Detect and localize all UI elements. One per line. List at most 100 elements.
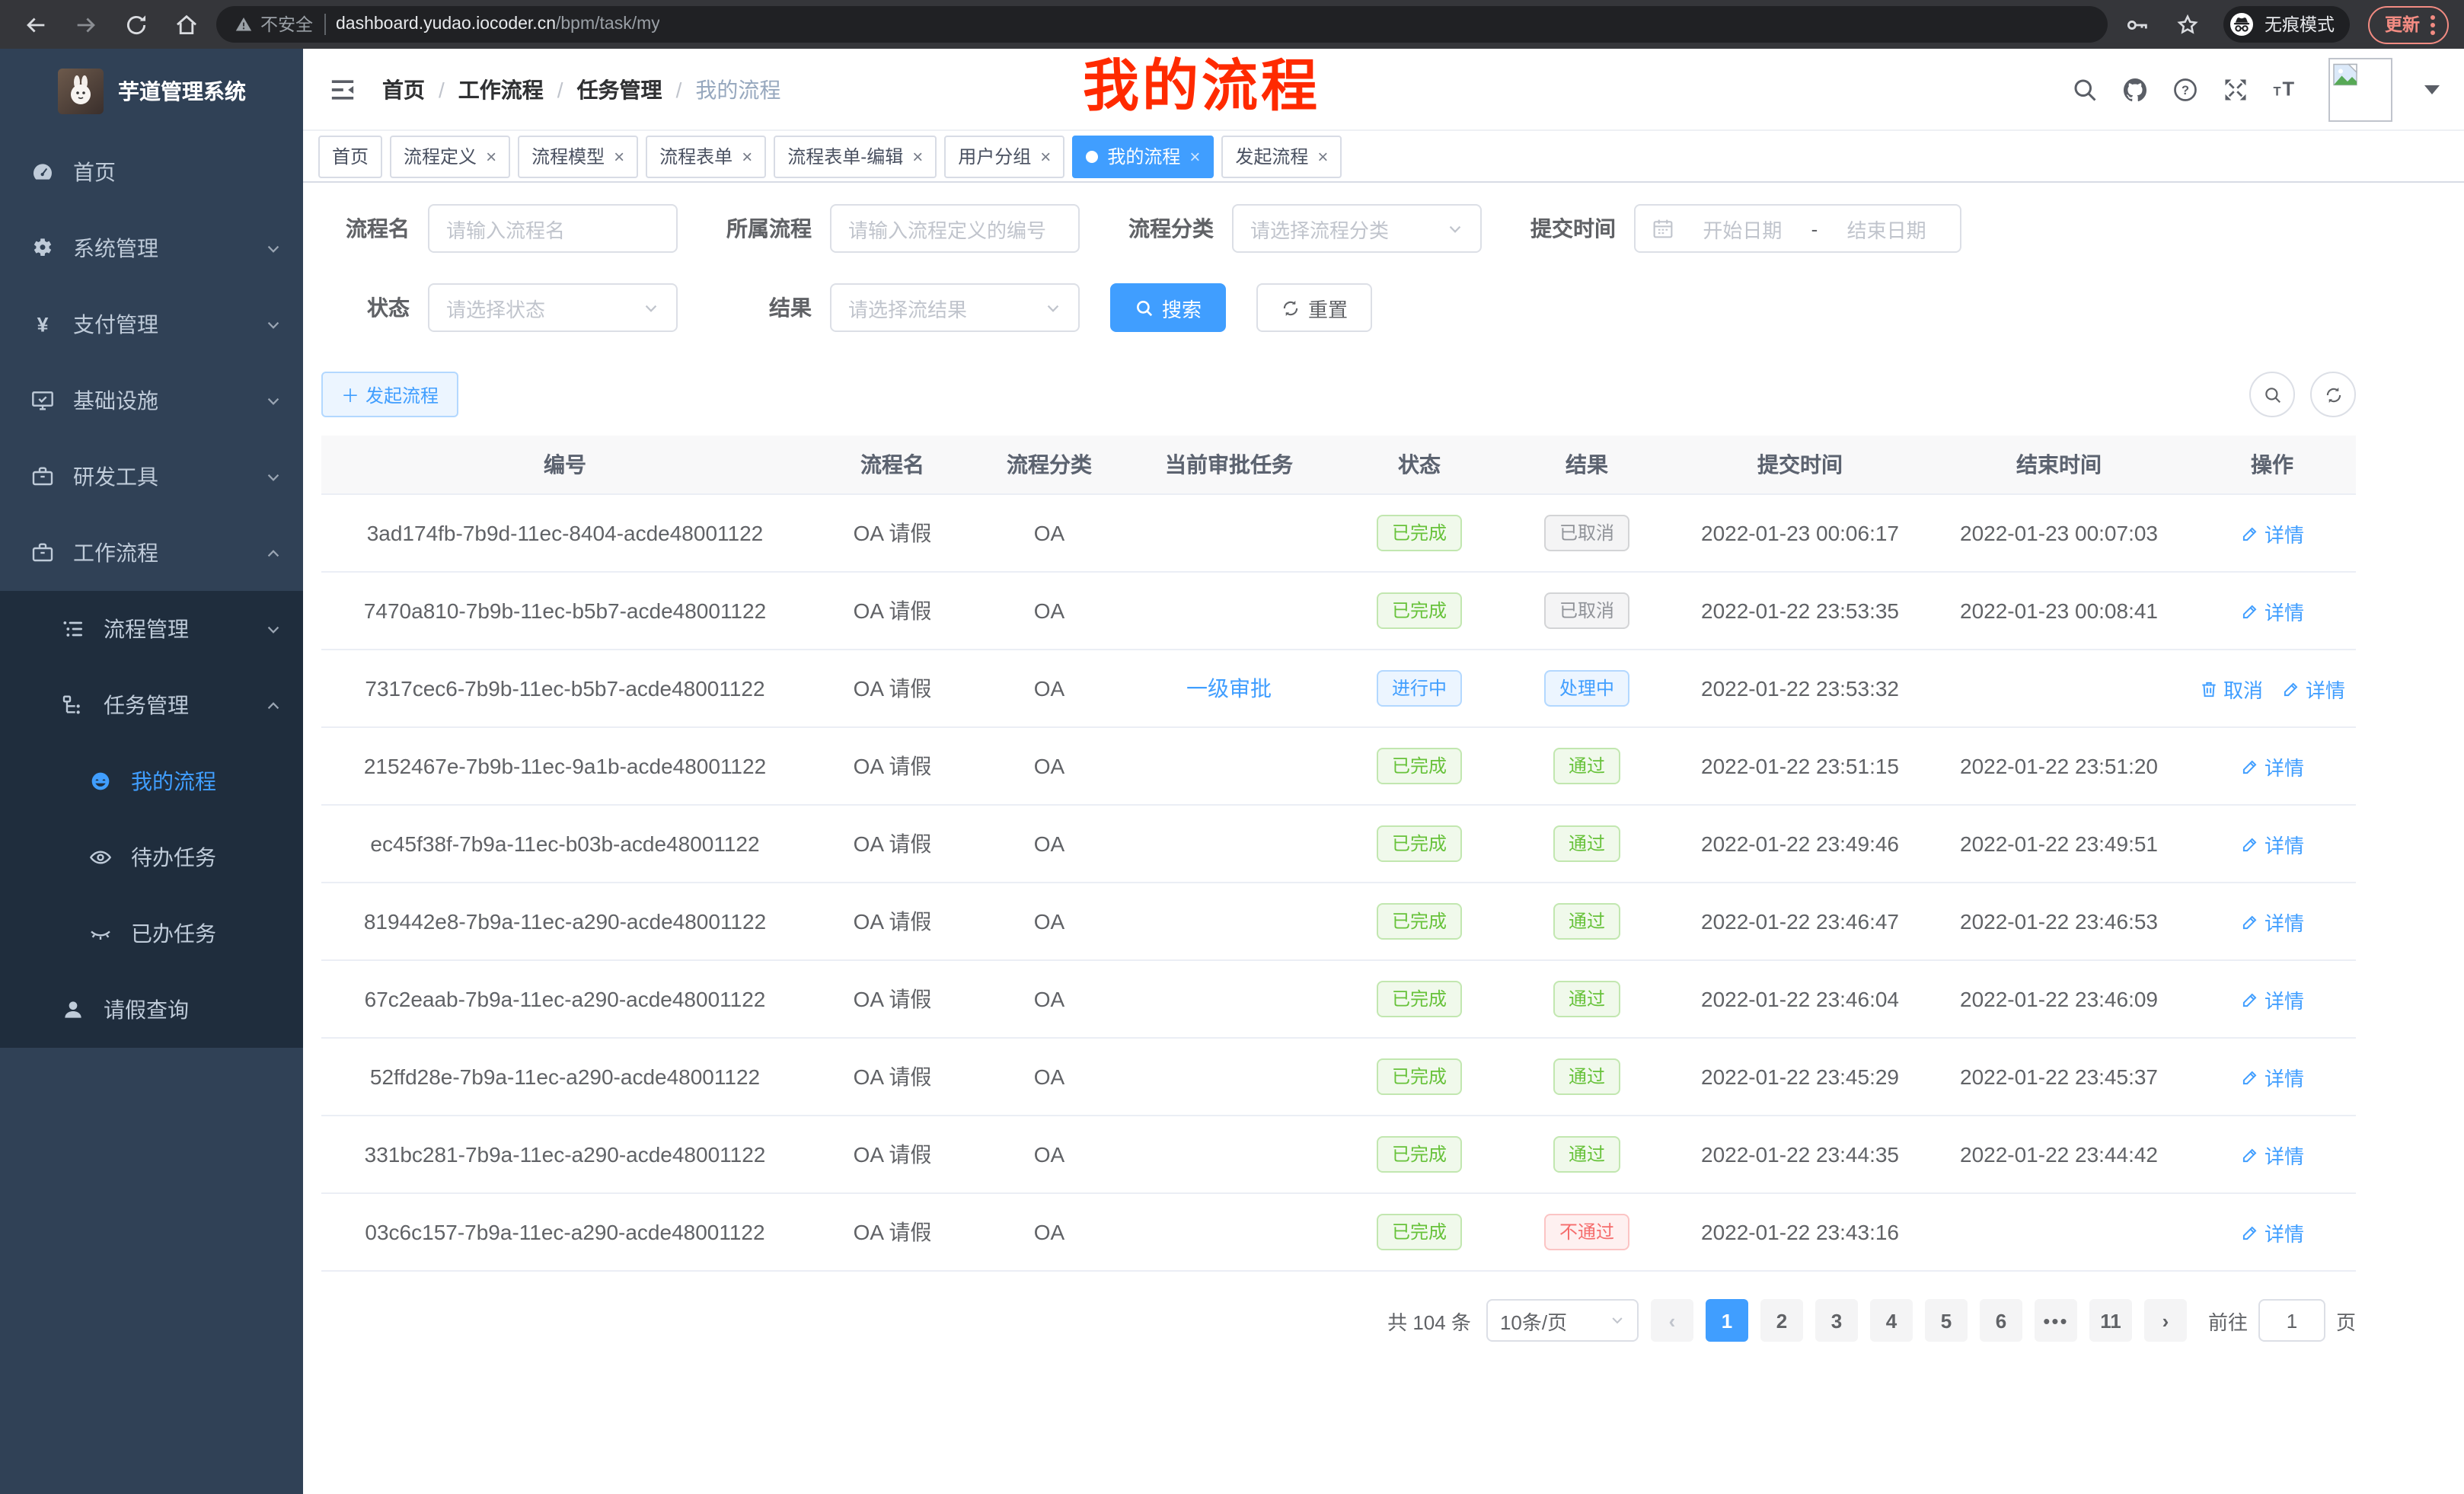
sidebar-item-我的流程[interactable]: 我的流程 — [0, 743, 303, 819]
cell-category: OA — [976, 883, 1122, 960]
category-select[interactable]: 请选择流程分类 — [1232, 204, 1482, 253]
detail-action-link[interactable]: 详情 — [2240, 829, 2304, 858]
detail-action-link[interactable]: 详情 — [2240, 1140, 2304, 1169]
sidebar-item-流程管理[interactable]: 流程管理 — [0, 591, 303, 667]
cancel-action-link[interactable]: 取消 — [2199, 674, 2263, 703]
start-date[interactable]: 开始日期 — [1686, 214, 1799, 243]
url-text[interactable]: dashboard.yudao.iocoder.cn/bpm/task/my — [336, 15, 660, 34]
browser-menu-icon[interactable] — [2430, 14, 2435, 34]
goto-page: 前往 页 — [2208, 1299, 2356, 1342]
prev-page-button[interactable]: ‹ — [1651, 1299, 1693, 1342]
detail-action-link[interactable]: 详情 — [2240, 596, 2304, 625]
page-button-11[interactable]: 11 — [2089, 1299, 2132, 1342]
current-task-link[interactable]: 一级审批 — [1186, 676, 1272, 701]
sidebar-item-已办任务[interactable]: 已办任务 — [0, 895, 303, 972]
sidebar-item-基础设施[interactable]: 基础设施 — [0, 362, 303, 439]
page-button-3[interactable]: 3 — [1815, 1299, 1858, 1342]
search-button[interactable]: 搜索 — [1110, 283, 1226, 332]
close-icon[interactable]: × — [1189, 147, 1200, 165]
breadcrumb-item[interactable]: 首页 — [382, 74, 425, 104]
refresh-table-button[interactable] — [2310, 372, 2356, 417]
result-select[interactable]: 请选择流结果 — [830, 283, 1080, 332]
page-button-4[interactable]: 4 — [1870, 1299, 1913, 1342]
more-pages-button[interactable]: ••• — [2035, 1299, 2077, 1342]
close-icon[interactable]: × — [742, 147, 752, 165]
key-icon[interactable] — [2124, 11, 2150, 37]
detail-action-link[interactable]: 详情 — [2240, 519, 2304, 547]
sidebar-item-任务管理[interactable]: 任务管理 — [0, 667, 303, 743]
sidebar-item-支付管理[interactable]: ¥支付管理 — [0, 286, 303, 362]
forward-icon[interactable] — [73, 11, 99, 37]
page-button-5[interactable]: 5 — [1925, 1299, 1968, 1342]
reload-icon[interactable] — [123, 11, 149, 37]
next-page-button[interactable]: › — [2144, 1299, 2187, 1342]
close-icon[interactable]: × — [912, 147, 923, 165]
chevron-down-icon — [643, 299, 659, 316]
close-icon[interactable]: × — [486, 147, 496, 165]
logo[interactable]: 芋道管理系统 — [0, 49, 303, 134]
bookmark-star-icon[interactable] — [2175, 11, 2201, 37]
sidebar-item-待办任务[interactable]: 待办任务 — [0, 819, 303, 895]
tab-我的流程[interactable]: 我的流程× — [1072, 135, 1214, 177]
end-date[interactable]: 结束日期 — [1830, 214, 1943, 243]
tab-用户分组[interactable]: 用户分组× — [944, 135, 1064, 177]
search-icon[interactable] — [2071, 75, 2099, 103]
avatar[interactable] — [2328, 57, 2392, 121]
help-icon[interactable]: ? — [2172, 75, 2199, 103]
filter-result: 结果 请选择流结果 — [717, 283, 1080, 332]
sidebar-item-系统管理[interactable]: 系统管理 — [0, 210, 303, 286]
goto-page-input[interactable] — [2258, 1299, 2325, 1342]
cell-status: 已完成 — [1336, 1193, 1503, 1271]
page-size-select[interactable]: 10条/页 — [1486, 1299, 1639, 1342]
process-name-input[interactable]: 请输入流程名 — [428, 204, 678, 253]
page-button-2[interactable]: 2 — [1760, 1299, 1803, 1342]
close-icon[interactable]: × — [614, 147, 624, 165]
detail-action-link[interactable]: 详情 — [2240, 985, 2304, 1014]
sidebar-item-首页[interactable]: 首页 — [0, 134, 303, 210]
detail-action-link[interactable]: 详情 — [2240, 1218, 2304, 1247]
date-range-picker[interactable]: 开始日期 - 结束日期 — [1634, 204, 1961, 253]
tab-流程模型[interactable]: 流程模型× — [518, 135, 638, 177]
cell-process-name: OA 请假 — [809, 650, 976, 727]
detail-action-link[interactable]: 详情 — [2281, 674, 2345, 703]
avatar-dropdown-icon[interactable] — [2424, 85, 2440, 94]
cell-actions: 详情 — [2188, 960, 2356, 1038]
monitor-icon — [30, 388, 55, 413]
cell-status: 已完成 — [1336, 805, 1503, 883]
font-size-icon[interactable]: TT — [2272, 75, 2300, 103]
detail-action-link[interactable]: 详情 — [2240, 752, 2304, 781]
close-icon[interactable]: × — [1040, 147, 1051, 165]
toggle-search-button[interactable] — [2249, 372, 2295, 417]
close-icon[interactable]: × — [1317, 147, 1328, 165]
reset-button[interactable]: 重置 — [1256, 283, 1372, 332]
home-icon[interactable] — [174, 11, 199, 37]
tab-流程表单[interactable]: 流程表单× — [646, 135, 766, 177]
create-process-button[interactable]: ＋ 发起流程 — [321, 372, 458, 417]
page-button-6[interactable]: 6 — [1980, 1299, 2022, 1342]
update-button[interactable]: 更新 — [2368, 5, 2449, 43]
process-definition-input[interactable]: 请输入流程定义的编号 — [830, 204, 1080, 253]
detail-action-link[interactable]: 详情 — [2240, 1062, 2304, 1091]
github-icon[interactable] — [2121, 75, 2149, 103]
back-icon[interactable] — [23, 11, 49, 37]
security-chip[interactable]: 不安全 — [235, 12, 313, 37]
breadcrumb-item[interactable]: 工作流程 — [458, 74, 544, 104]
tab-发起流程[interactable]: 发起流程× — [1221, 135, 1342, 177]
breadcrumb-item[interactable]: 任务管理 — [577, 74, 662, 104]
address-bar[interactable]: 不安全 dashboard.yudao.iocoder.cn/bpm/task/… — [216, 6, 2108, 43]
tab-流程表单-编辑[interactable]: 流程表单-编辑× — [774, 135, 937, 177]
tab-首页[interactable]: 首页 — [318, 135, 382, 177]
sidebar-item-工作流程[interactable]: 工作流程 — [0, 515, 303, 591]
tab-流程定义[interactable]: 流程定义× — [390, 135, 510, 177]
sidebar-item-研发工具[interactable]: 研发工具 — [0, 439, 303, 515]
sidebar-item-请假查询[interactable]: 请假查询 — [0, 972, 303, 1048]
detail-action-link[interactable]: 详情 — [2240, 907, 2304, 936]
page-button-1[interactable]: 1 — [1706, 1299, 1748, 1342]
workflow-icon — [30, 541, 55, 565]
sidebar-item-label: 工作流程 — [73, 538, 158, 568]
fullscreen-icon[interactable] — [2222, 75, 2249, 103]
status-select[interactable]: 请选择状态 — [428, 283, 678, 332]
sidebar-collapse-icon[interactable] — [327, 74, 358, 104]
cell-current-task — [1122, 1038, 1336, 1116]
cell-end-time: 2022-01-22 23:49:51 — [1929, 805, 2188, 883]
